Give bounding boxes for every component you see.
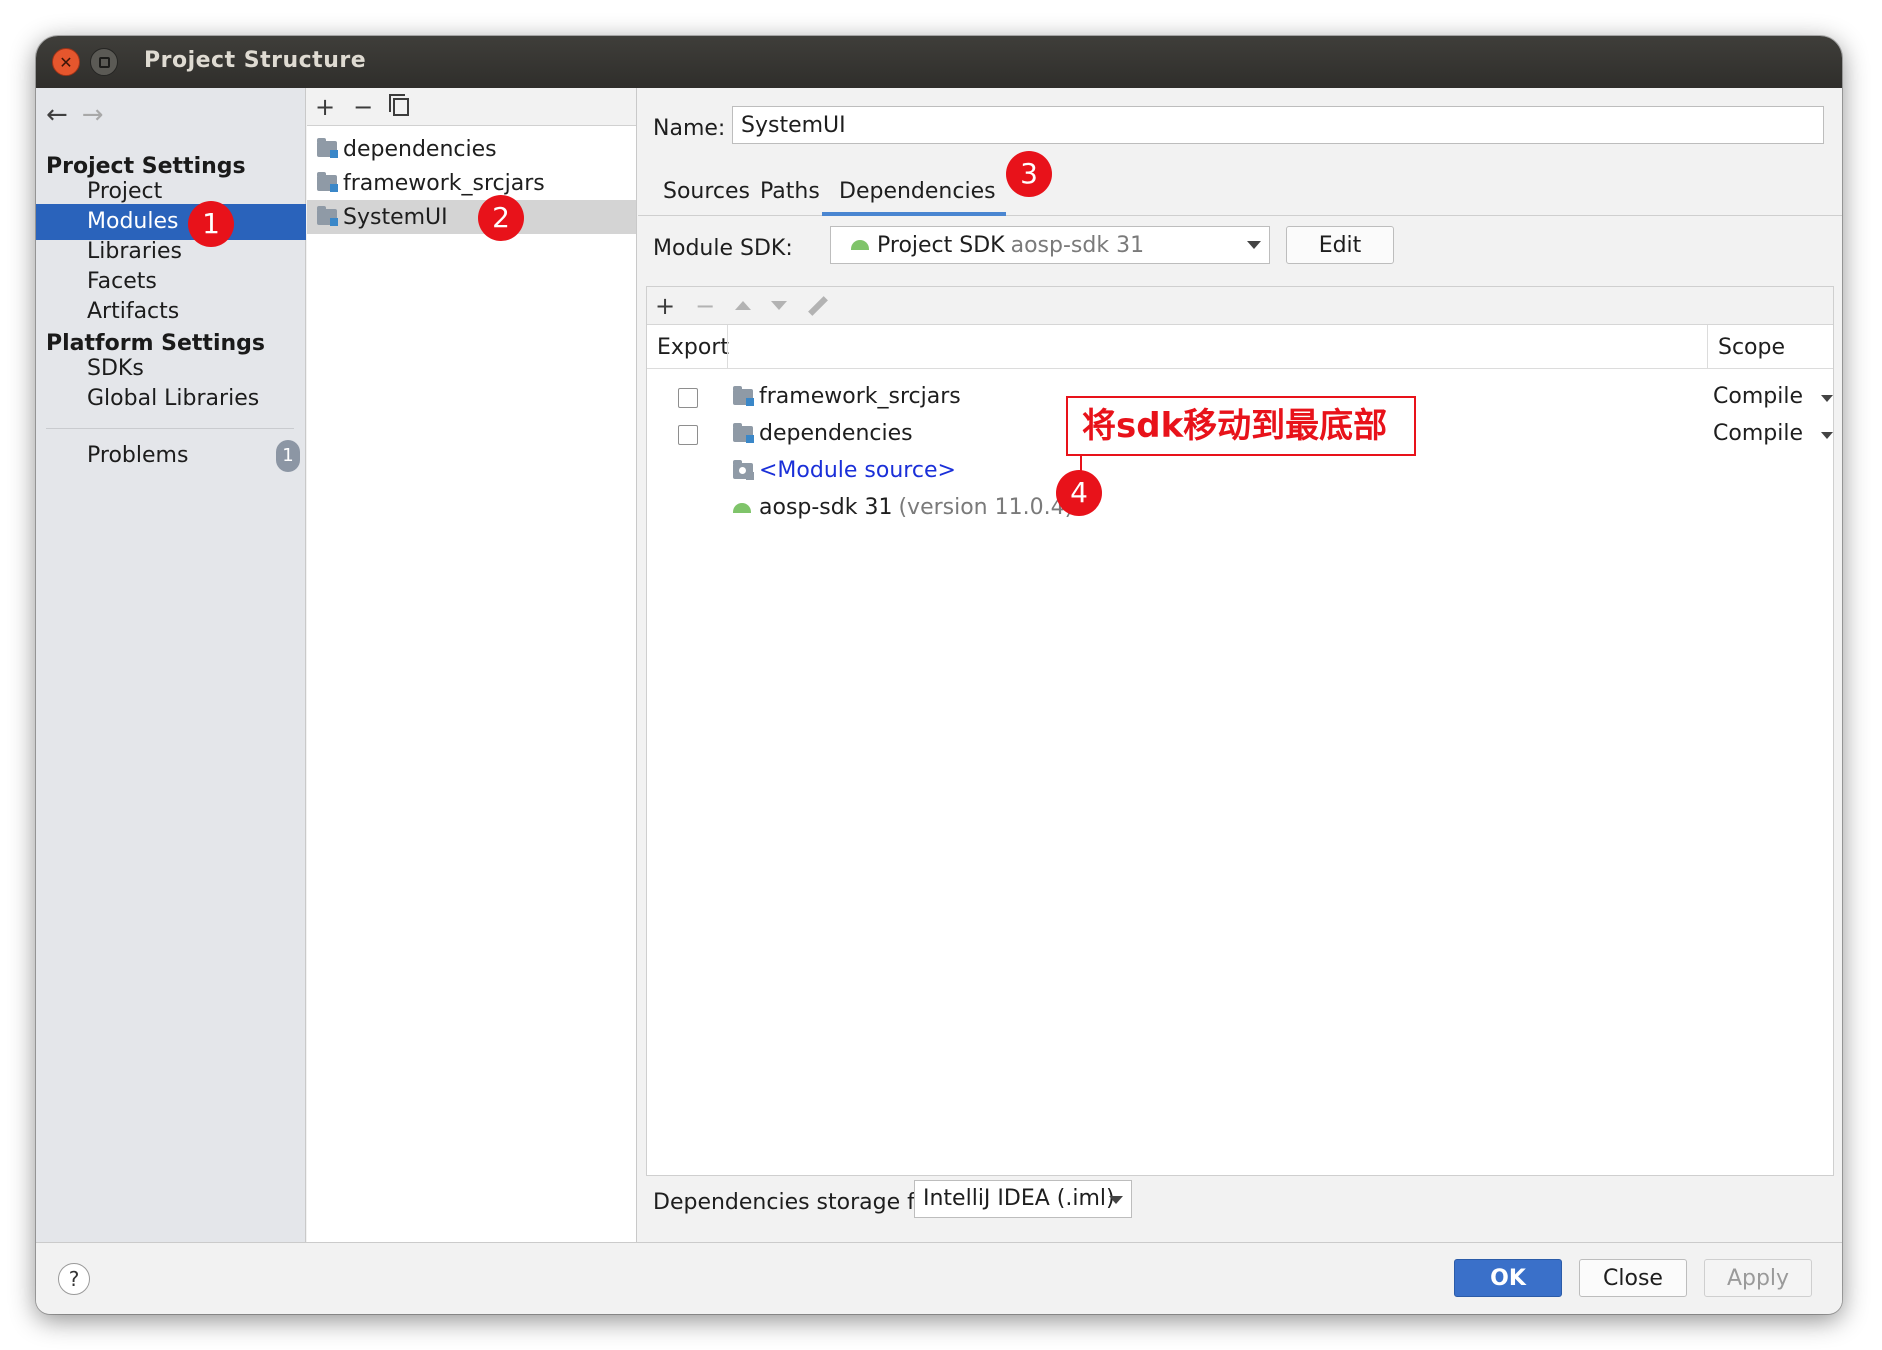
export-checkbox[interactable]	[678, 425, 698, 445]
scope-dropdown[interactable]: Compile	[1713, 421, 1803, 446]
module-sdk-value: Project SDK	[877, 232, 1005, 258]
add-dependency-icon[interactable]: +	[655, 292, 675, 320]
annotation-marker-4: 4	[1056, 470, 1102, 516]
annotation-marker-2: 2	[478, 195, 524, 241]
module-details-pane: Name: Sources Paths Dependencies Module …	[638, 88, 1842, 1242]
maximize-icon	[98, 56, 110, 68]
project-structure-window: ✕ Project Structure ← → Project Settings…	[36, 36, 1842, 1314]
window-maximize-button[interactable]	[90, 48, 118, 76]
module-folder-icon	[317, 206, 338, 226]
close-icon: ✕	[59, 52, 73, 72]
module-folder-icon	[733, 422, 754, 443]
add-icon[interactable]: +	[315, 93, 335, 121]
name-label: Name:	[653, 116, 726, 141]
sidebar-item-artifacts[interactable]: Artifacts	[36, 294, 306, 330]
column-divider	[1707, 325, 1708, 369]
module-item-label: dependencies	[343, 136, 497, 162]
remove-icon[interactable]: −	[353, 93, 373, 121]
help-button[interactable]: ?	[58, 1263, 90, 1295]
dependency-name: dependencies	[733, 421, 913, 446]
android-icon	[733, 502, 751, 513]
chevron-down-icon	[1247, 241, 1261, 249]
copy-icon[interactable]	[389, 93, 410, 116]
dependencies-toolbar: + −	[647, 287, 1833, 325]
remove-dependency-icon[interactable]: −	[695, 292, 715, 320]
module-item-label: framework_srcjars	[343, 170, 545, 196]
title-bar: ✕ Project Structure	[36, 36, 1842, 88]
table-row[interactable]: aosp-sdk 31 (version 11.0.4)	[647, 492, 1833, 528]
annotation-note: 将sdk移动到最底部	[1066, 396, 1416, 456]
chevron-down-icon[interactable]	[1821, 432, 1833, 439]
export-column-header[interactable]: Export	[657, 335, 729, 360]
android-icon	[851, 240, 869, 250]
module-list-toolbar: + −	[307, 88, 636, 126]
table-row[interactable]: <Module source>	[647, 455, 1833, 491]
export-checkbox[interactable]	[678, 388, 698, 408]
module-folder-icon	[317, 138, 338, 158]
edit-sdk-button[interactable]: Edit	[1286, 226, 1394, 264]
tab-paths[interactable]: Paths	[760, 176, 820, 216]
dependency-label: aosp-sdk 31	[759, 495, 893, 520]
tab-dependencies[interactable]: Dependencies	[822, 176, 1006, 216]
back-arrow-icon[interactable]: ←	[46, 100, 68, 130]
module-sdk-detail: aosp-sdk 31	[1010, 232, 1145, 258]
module-sdk-label: Module SDK:	[653, 236, 793, 261]
module-item-systemui[interactable]: SystemUI	[307, 200, 636, 234]
close-button[interactable]: Close	[1579, 1259, 1687, 1297]
settings-sidebar: ← → Project Settings Project Modules Lib…	[36, 88, 306, 1242]
forward-arrow-icon[interactable]: →	[82, 100, 104, 130]
dependency-label: <Module source>	[759, 458, 956, 483]
dependency-name: aosp-sdk 31 (version 11.0.4)	[733, 495, 1073, 520]
tab-sources[interactable]: Sources	[663, 176, 750, 216]
column-divider	[727, 325, 728, 369]
scope-dropdown[interactable]: Compile	[1713, 384, 1803, 409]
module-item-dependencies[interactable]: dependencies	[307, 132, 636, 166]
dependency-name: <Module source>	[733, 458, 956, 483]
storage-format-dropdown[interactable]: IntelliJ IDEA (.iml)	[914, 1180, 1132, 1218]
chevron-down-icon[interactable]	[1821, 395, 1833, 402]
sidebar-divider	[46, 428, 294, 429]
sidebar-item-problems[interactable]: Problems	[36, 438, 306, 474]
dependency-label: framework_srcjars	[759, 384, 961, 409]
dependency-version: (version 11.0.4)	[898, 495, 1074, 520]
dialog-button-bar: ? OK Close Apply	[36, 1242, 1842, 1314]
module-item-label: SystemUI	[343, 204, 448, 230]
edit-pencil-icon[interactable]	[808, 295, 829, 316]
apply-button[interactable]: Apply	[1704, 1259, 1812, 1297]
problems-count-badge: 1	[276, 440, 300, 472]
storage-format-value: IntelliJ IDEA (.iml)	[923, 1186, 1115, 1211]
sidebar-item-global-libraries[interactable]: Global Libraries	[36, 381, 306, 417]
module-sdk-dropdown[interactable]: Project SDK aosp-sdk 31	[830, 226, 1270, 264]
source-folder-icon	[733, 459, 754, 480]
module-folder-icon	[733, 385, 754, 406]
dependencies-table-header: Export Scope	[647, 325, 1833, 369]
chevron-down-icon	[1109, 1196, 1123, 1204]
dependency-label: dependencies	[759, 421, 913, 446]
module-folder-icon	[317, 172, 338, 192]
ok-button[interactable]: OK	[1454, 1259, 1562, 1297]
window-close-button[interactable]: ✕	[52, 48, 80, 76]
module-name-input[interactable]	[732, 106, 1824, 144]
annotation-marker-1: 1	[188, 201, 234, 247]
module-list-pane: + − dependencies framework_srcjars Syste…	[307, 88, 637, 1242]
scope-column-header[interactable]: Scope	[1718, 335, 1785, 360]
annotation-marker-3: 3	[1006, 151, 1052, 197]
module-item-framework-srcjars[interactable]: framework_srcjars	[307, 166, 636, 200]
nav-arrows: ← →	[46, 100, 104, 130]
dependency-name: framework_srcjars	[733, 384, 961, 409]
move-up-icon[interactable]	[735, 301, 752, 310]
window-title: Project Structure	[144, 48, 367, 73]
move-down-icon[interactable]	[771, 301, 788, 310]
module-tabs: Sources Paths Dependencies	[638, 166, 1842, 216]
